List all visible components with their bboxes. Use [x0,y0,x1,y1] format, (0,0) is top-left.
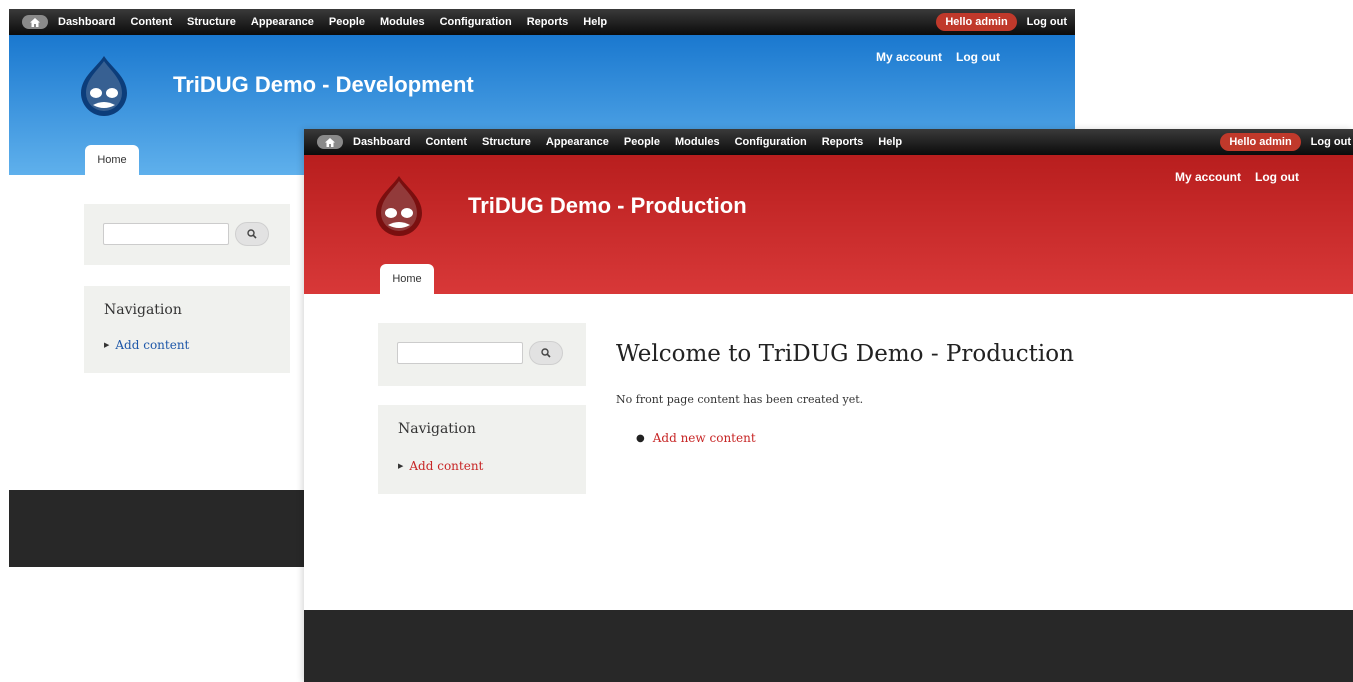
tab-home[interactable]: Home [380,264,434,294]
add-new-content-link[interactable]: ● Add new content [636,431,756,445]
site-header: TriDUG Demo - Production My account Log … [304,155,1353,294]
drupal-logo-icon[interactable] [374,175,424,237]
toolbar-item-configuration[interactable]: Configuration [735,136,807,148]
navigation-block: Navigation ▶ Add content [84,286,290,373]
search-button[interactable] [529,341,563,365]
home-icon [325,137,335,147]
search-icon [541,348,551,358]
secondary-menu: My account Log out [862,50,1000,64]
bullet-arrow-icon: ▶ [398,462,404,470]
toolbar-item-reports[interactable]: Reports [527,16,569,28]
add-content-link[interactable]: ▶ Add content [104,338,189,352]
add-new-content-label: Add new content [652,431,756,445]
add-content-label: Add content [115,338,190,352]
toolbar-menu: Dashboard Content Structure Appearance P… [353,136,917,148]
toolbar-item-modules[interactable]: Modules [380,16,425,28]
toolbar-item-help[interactable]: Help [583,16,607,28]
home-icon [30,17,40,27]
list-bullet-icon: ● [636,432,645,444]
tab-home[interactable]: Home [85,145,139,175]
hello-user-badge[interactable]: Hello admin [936,13,1017,31]
secondary-menu: My account Log out [1161,170,1299,184]
secondary-logout-link[interactable]: Log out [1255,170,1299,184]
toolbar-item-dashboard[interactable]: Dashboard [353,136,410,148]
hello-user-badge[interactable]: Hello admin [1220,133,1301,151]
search-block [84,204,290,265]
toolbar-item-appearance[interactable]: Appearance [546,136,609,148]
search-icon [247,229,257,239]
search-input[interactable] [397,342,523,364]
toolbar-item-modules[interactable]: Modules [675,136,720,148]
toolbar-item-structure[interactable]: Structure [187,16,236,28]
toolbar-logout-link[interactable]: Log out [1027,16,1067,28]
toolbar-item-content[interactable]: Content [425,136,467,148]
search-block [378,323,586,386]
search-button[interactable] [235,222,269,246]
drupal-logo-icon[interactable] [79,55,129,117]
my-account-link[interactable]: My account [876,50,942,64]
toolbar-item-appearance[interactable]: Appearance [251,16,314,28]
toolbar-item-configuration[interactable]: Configuration [440,16,512,28]
navigation-title: Navigation [104,302,182,318]
home-button[interactable] [22,15,48,29]
toolbar-menu: Dashboard Content Structure Appearance P… [58,16,622,28]
toolbar-user-area: Hello admin Log out [936,9,1067,35]
search-input[interactable] [103,223,229,245]
navigation-block: Navigation ▶ Add content [378,405,586,494]
admin-toolbar: Dashboard Content Structure Appearance P… [9,9,1075,35]
toolbar-item-help[interactable]: Help [878,136,902,148]
navigation-title: Navigation [398,421,476,437]
toolbar-item-structure[interactable]: Structure [482,136,531,148]
my-account-link[interactable]: My account [1175,170,1241,184]
site-name[interactable]: TriDUG Demo - Development [173,72,474,98]
toolbar-user-area: Hello admin Log out [1220,129,1351,155]
toolbar-logout-link[interactable]: Log out [1311,136,1351,148]
toolbar-item-people[interactable]: People [329,16,365,28]
page-title: Welcome to TriDUG Demo - Production [616,341,1074,367]
site-footer [304,610,1353,682]
add-content-label: Add content [409,459,484,473]
toolbar-item-people[interactable]: People [624,136,660,148]
toolbar-item-content[interactable]: Content [130,16,172,28]
site-name[interactable]: TriDUG Demo - Production [468,193,747,219]
home-button[interactable] [317,135,343,149]
bullet-arrow-icon: ▶ [104,341,110,349]
secondary-logout-link[interactable]: Log out [956,50,1000,64]
empty-message: No front page content has been created y… [616,393,864,406]
add-content-link[interactable]: ▶ Add content [398,459,483,473]
admin-toolbar: Dashboard Content Structure Appearance P… [304,129,1353,155]
prod-site-window: Dashboard Content Structure Appearance P… [304,129,1353,682]
toolbar-item-reports[interactable]: Reports [822,136,864,148]
toolbar-item-dashboard[interactable]: Dashboard [58,16,115,28]
